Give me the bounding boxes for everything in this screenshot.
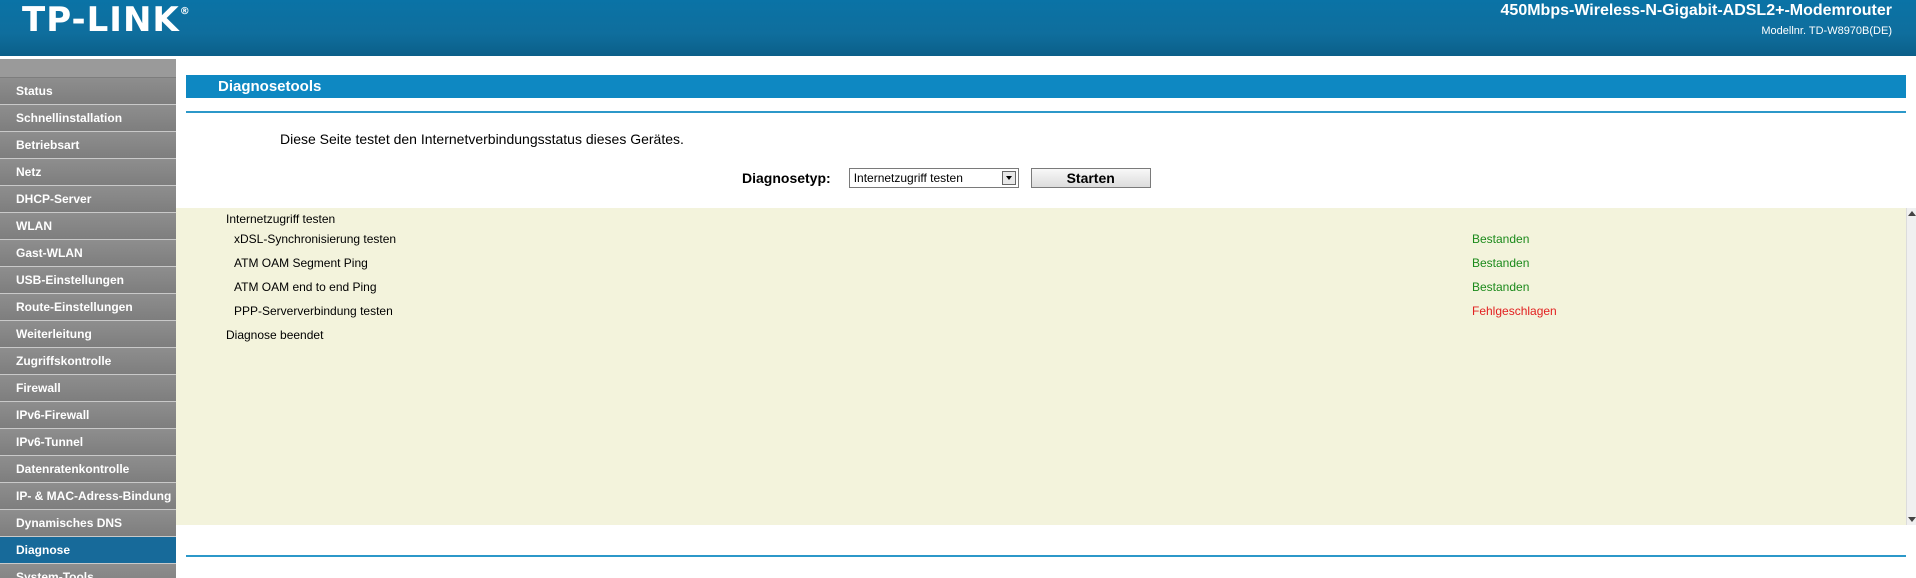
sidebar-item-system-tools[interactable]: System-Tools: [0, 564, 176, 578]
result-heading: Internetzugriff testen: [226, 212, 336, 226]
sidebar-item-firewall[interactable]: Firewall: [0, 375, 176, 402]
router-admin-page: TP-LINK® 450Mbps-Wireless-N-Gigabit-ADSL…: [0, 0, 1916, 578]
sidebar-item-netz[interactable]: Netz: [0, 159, 176, 186]
result-footer: Diagnose beendet: [226, 328, 324, 342]
tp-link-logo: TP-LINK®: [22, 0, 191, 40]
sidebar-item-route-einstellungen[interactable]: Route-Einstellungen: [0, 294, 176, 321]
sidebar-item-diagnose[interactable]: Diagnose: [0, 537, 176, 564]
sidebar: Status Schnellinstallation Betriebsart N…: [0, 59, 176, 578]
sidebar-item-ip-mac-bindung[interactable]: IP- & MAC-Adress-Bindung: [0, 483, 176, 510]
test-name: PPP-Serververbindung testen: [234, 304, 393, 318]
sidebar-item-dhcp-server[interactable]: DHCP-Server: [0, 186, 176, 213]
sidebar-item-status[interactable]: Status: [0, 78, 176, 105]
sidebar-top-spacer: [0, 59, 176, 78]
page-title: Diagnosetools: [186, 75, 1906, 98]
model-number: Modellnr. TD-W8970B(DE): [1761, 25, 1892, 37]
sidebar-item-datenratenkontrolle[interactable]: Datenratenkontrolle: [0, 456, 176, 483]
diagnose-type-label: Diagnosetyp:: [742, 170, 831, 186]
sidebar-item-usb-einstellungen[interactable]: USB-Einstellungen: [0, 267, 176, 294]
diagnose-type-row: Diagnosetyp: Internetzugriff testen Star…: [742, 167, 1151, 189]
header: TP-LINK® 450Mbps-Wireless-N-Gigabit-ADSL…: [0, 0, 1916, 56]
sidebar-item-ipv6-tunnel[interactable]: IPv6-Tunnel: [0, 429, 176, 456]
intro-text: Diese Seite testet den Internetverbindun…: [280, 131, 684, 147]
sidebar-item-dynamisches-dns[interactable]: Dynamisches DNS: [0, 510, 176, 537]
sidebar-item-schnellinstallation[interactable]: Schnellinstallation: [0, 105, 176, 132]
test-status-pass: Bestanden: [1472, 280, 1530, 294]
product-name: 450Mbps-Wireless-N-Gigabit-ADSL2+-Modemr…: [1500, 2, 1892, 19]
main-content: Diagnosetools Diese Seite testet den Int…: [176, 59, 1916, 578]
sidebar-item-weiterleitung[interactable]: Weiterleitung: [0, 321, 176, 348]
sidebar-item-gast-wlan[interactable]: Gast-WLAN: [0, 240, 176, 267]
sidebar-item-zugriffskontrolle[interactable]: Zugriffskontrolle: [0, 348, 176, 375]
sidebar-item-wlan[interactable]: WLAN: [0, 213, 176, 240]
test-status-pass: Bestanden: [1472, 256, 1530, 270]
test-name: ATM OAM Segment Ping: [234, 256, 368, 270]
test-status-fail: Fehlgeschlagen: [1472, 304, 1557, 318]
diagnose-type-select[interactable]: Internetzugriff testen: [848, 168, 1019, 188]
bottom-divider: [186, 555, 1906, 557]
top-divider: [186, 111, 1906, 113]
start-button[interactable]: Starten: [1030, 168, 1151, 188]
scroll-down-icon[interactable]: [1908, 517, 1916, 522]
chevron-down-icon[interactable]: [1001, 171, 1016, 185]
sidebar-item-ipv6-firewall[interactable]: IPv6-Firewall: [0, 402, 176, 429]
test-status-pass: Bestanden: [1472, 232, 1530, 246]
diagnose-type-value: Internetzugriff testen: [853, 171, 963, 185]
sidebar-item-betriebsart[interactable]: Betriebsart: [0, 132, 176, 159]
result-scrollbar[interactable]: [1906, 208, 1916, 525]
result-pane: Internetzugriff testen xDSL-Synchronisie…: [176, 208, 1916, 525]
scroll-up-icon[interactable]: [1908, 211, 1916, 216]
test-name: xDSL-Synchronisierung testen: [234, 232, 397, 246]
test-name: ATM OAM end to end Ping: [234, 280, 377, 294]
